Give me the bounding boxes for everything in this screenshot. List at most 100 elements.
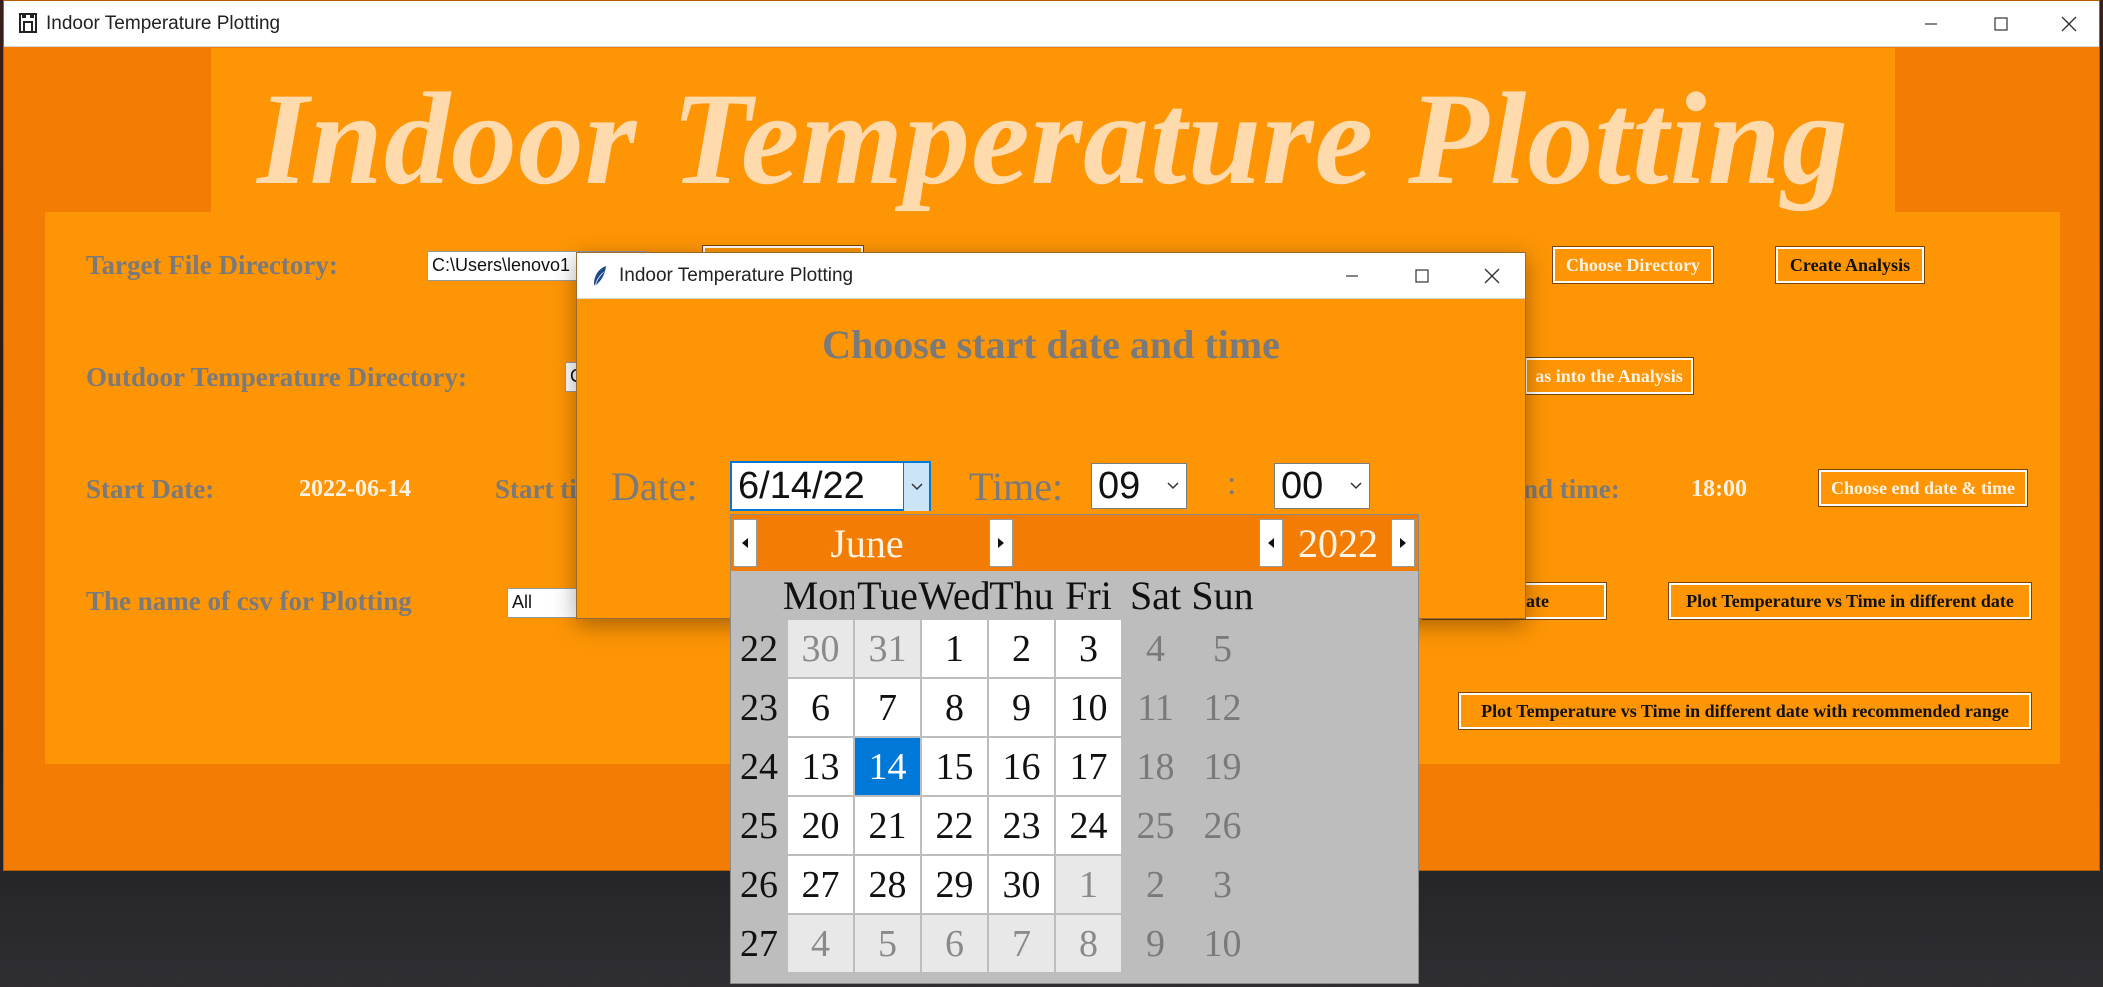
dialog-heading: Choose start date and time	[822, 322, 1280, 367]
calendar-day[interactable]: 31	[854, 619, 921, 678]
calendar-week-number: 24	[731, 737, 787, 796]
calendar-day[interactable]: 16	[988, 737, 1055, 796]
calendar-day[interactable]: 5	[854, 914, 921, 973]
calendar-month: June	[830, 520, 904, 566]
next-month-icon[interactable]	[989, 519, 1013, 567]
calendar-day-selected[interactable]: 14	[854, 737, 921, 796]
calendar-week-number: 26	[731, 855, 787, 914]
calendar-day[interactable]: 5	[1189, 619, 1256, 678]
calendar-day[interactable]: 13	[787, 737, 854, 796]
calendar-day[interactable]: 3	[1189, 855, 1256, 914]
calendar-day[interactable]: 6	[787, 678, 854, 737]
minute-select[interactable]: 00	[1274, 463, 1370, 509]
outdoor-directory-label: Outdoor Temperature Directory:	[86, 362, 467, 392]
hour-dropdown-icon	[1160, 464, 1186, 508]
calendar-corner	[731, 571, 787, 619]
dialog-maximize-icon[interactable]	[1387, 253, 1457, 299]
hour-select[interactable]: 09	[1091, 463, 1187, 509]
dialog-title: Indoor Temperature Plotting	[619, 265, 854, 286]
plot-different-date-button[interactable]: Plot Temperature vs Time in different da…	[1668, 582, 2032, 620]
calendar-day[interactable]: 10	[1189, 914, 1256, 973]
calendar-day[interactable]: 22	[921, 796, 988, 855]
calendar-day[interactable]: 4	[787, 914, 854, 973]
date-entry[interactable]: 6/14/22	[730, 461, 931, 511]
date-label: Date:	[611, 464, 698, 509]
calendar-day[interactable]: 8	[921, 678, 988, 737]
calendar-day[interactable]: 30	[988, 855, 1055, 914]
time-colon: :	[1227, 465, 1237, 502]
calendar-dayname-sun: Sun	[1189, 571, 1256, 619]
calendar-day[interactable]: 11	[1122, 678, 1189, 737]
dialog-minimize-icon[interactable]	[1317, 253, 1387, 299]
maximize-icon[interactable]	[1966, 1, 2036, 47]
calendar-day[interactable]: 19	[1189, 737, 1256, 796]
calendar-day[interactable]: 6	[921, 914, 988, 973]
calendar-day[interactable]: 1	[921, 619, 988, 678]
calendar-dayname-tue: Tue	[854, 571, 921, 619]
calendar-day[interactable]: 10	[1055, 678, 1122, 737]
calendar-week-number: 25	[731, 796, 787, 855]
calendar-day[interactable]: 2	[1122, 855, 1189, 914]
date-dropdown-icon[interactable]	[903, 463, 929, 511]
calendar-day[interactable]: 9	[988, 678, 1055, 737]
calendar-day[interactable]: 7	[988, 914, 1055, 973]
start-date-value: 2022-06-14	[299, 476, 411, 502]
calendar-header: June 2022	[731, 515, 1418, 571]
calendar-day[interactable]: 30	[787, 619, 854, 678]
calendar-day[interactable]: 4	[1122, 619, 1189, 678]
calendar-popup: June 2022 Mon Tue Wed Thu Fri Sat Sun 22 30 31 1 2 3…	[730, 514, 1419, 984]
calendar-grid: Mon Tue Wed Thu Fri Sat Sun 22 30 31 1 2 3 4 5 23 6 7 8 9 10…	[731, 571, 1418, 983]
calendar-day[interactable]: 26	[1189, 796, 1256, 855]
calendar-day[interactable]: 20	[787, 796, 854, 855]
start-date-label: Start Date:	[86, 474, 215, 504]
calendar-dayname-mon: Mon	[782, 571, 859, 619]
close-icon[interactable]	[2034, 1, 2103, 47]
prev-year-icon[interactable]	[1259, 519, 1283, 567]
calendar-day[interactable]: 17	[1055, 737, 1122, 796]
dialog-close-icon[interactable]	[1457, 253, 1527, 299]
calendar-day[interactable]: 28	[854, 855, 921, 914]
feather-icon	[591, 265, 609, 292]
target-directory-label: Target File Directory:	[86, 250, 338, 280]
calendar-day[interactable]: 9	[1122, 914, 1189, 973]
castle-icon	[18, 12, 38, 39]
calendar-day[interactable]: 2	[988, 619, 1055, 678]
banner: Indoor Temperature Plotting	[211, 48, 1895, 213]
calendar-day[interactable]: 1	[1055, 855, 1122, 914]
calendar-dayname-fri: Fri	[1055, 571, 1122, 619]
main-window-title: Indoor Temperature Plotting	[46, 13, 281, 34]
calendar-day[interactable]: 12	[1189, 678, 1256, 737]
calendar-day[interactable]: 23	[988, 796, 1055, 855]
calendar-day[interactable]: 25	[1122, 796, 1189, 855]
end-time-label: nd time:	[1523, 474, 1620, 504]
calendar-day[interactable]: 21	[854, 796, 921, 855]
calendar-week-number: 22	[731, 619, 787, 678]
calendar-day[interactable]: 3	[1055, 619, 1122, 678]
dialog-titlebar: Indoor Temperature Plotting	[577, 253, 1525, 299]
minimize-icon[interactable]	[1896, 1, 1966, 47]
calendar-day[interactable]: 7	[854, 678, 921, 737]
minute-value: 00	[1281, 464, 1324, 507]
calendar-day[interactable]: 15	[921, 737, 988, 796]
add-into-analysis-button[interactable]: as into the Analysis	[1524, 357, 1694, 395]
hour-value: 09	[1098, 464, 1141, 507]
calendar-dayname-thu: Thu	[988, 571, 1055, 619]
end-time-value: 18:00	[1691, 476, 1747, 502]
calendar-day[interactable]: 8	[1055, 914, 1122, 973]
calendar-day[interactable]: 29	[921, 855, 988, 914]
main-titlebar: Indoor Temperature Plotting	[4, 1, 2099, 47]
calendar-dayname-wed: Wed	[918, 571, 991, 619]
plot-recommended-range-button[interactable]: Plot Temperature vs Time in different da…	[1458, 692, 2032, 730]
choose-directory-button[interactable]: Choose Directory	[1552, 246, 1714, 284]
choose-end-date-button[interactable]: Choose end date & time	[1818, 469, 2028, 507]
prev-month-icon[interactable]	[733, 519, 757, 567]
csv-name-label: The name of csv for Plotting	[86, 586, 412, 616]
create-analysis-button[interactable]: Create Analysis	[1775, 246, 1925, 284]
calendar-day[interactable]: 24	[1055, 796, 1122, 855]
next-year-icon[interactable]	[1391, 519, 1415, 567]
calendar-day[interactable]: 18	[1122, 737, 1189, 796]
calendar-day[interactable]: 27	[787, 855, 854, 914]
calendar-week-number: 27	[731, 914, 787, 973]
time-label: Time:	[969, 464, 1064, 509]
minute-dropdown-icon	[1343, 464, 1369, 508]
